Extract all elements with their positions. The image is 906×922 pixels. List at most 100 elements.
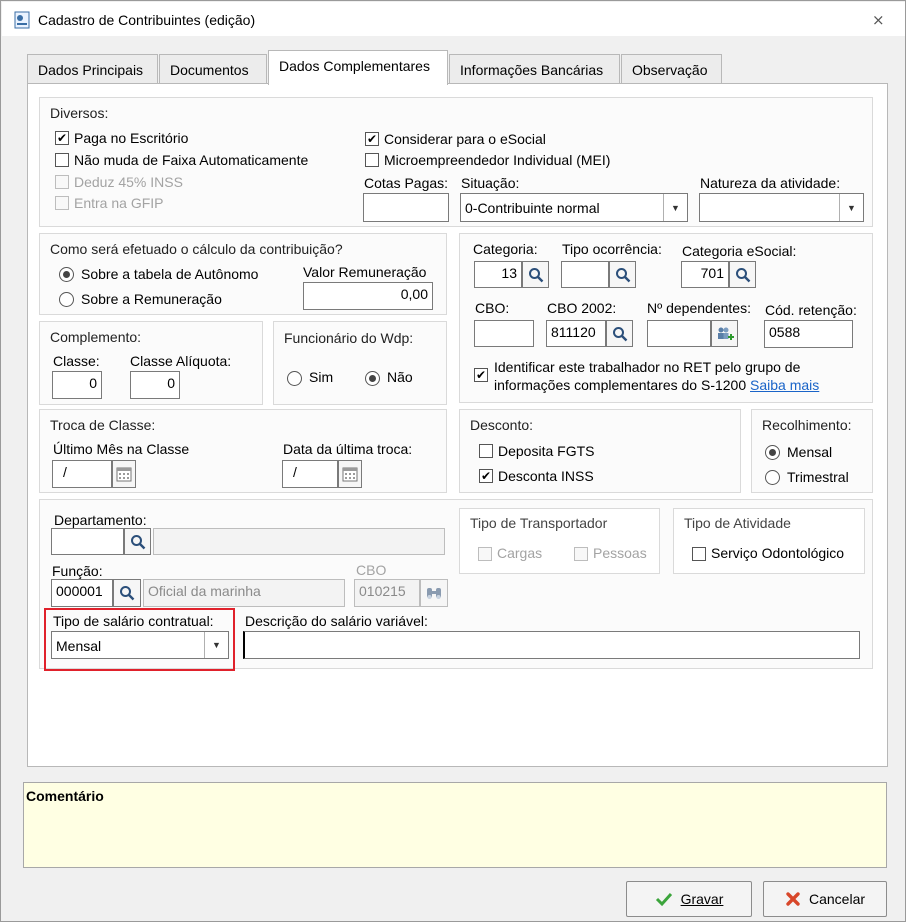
tab-observacao[interactable]: Observação (621, 54, 722, 84)
cat-esocial-search-button[interactable] (729, 261, 756, 288)
funcao-search-button[interactable] (113, 579, 141, 607)
tab-dados-complementares[interactable]: Dados Complementares (268, 50, 448, 85)
nao-muda-faixa-label: Não muda de Faixa Automaticamente (74, 152, 309, 168)
classe-aliquota-input[interactable]: 0 (130, 371, 180, 399)
tab-documentos[interactable]: Documentos (159, 54, 267, 84)
radio-trimestral[interactable] (765, 470, 780, 485)
app-icon (14, 11, 30, 29)
add-dependent-icon (717, 327, 734, 340)
classe-input[interactable]: 0 (52, 371, 102, 399)
deposita-fgts-checkbox[interactable] (479, 444, 493, 458)
ultimo-mes-calendar-button[interactable] (112, 460, 136, 488)
radio-mensal[interactable] (765, 445, 780, 460)
funcionario-nao-label: Não (387, 369, 413, 385)
retencao-label: Cód. retenção: (765, 302, 857, 318)
cargas-label: Cargas (497, 545, 543, 561)
diversos-title: Diversos: (50, 105, 109, 121)
deposita-fgts-label: Deposita FGTS (498, 443, 595, 459)
situacao-select[interactable]: 0-Contribuinte normal ▼ (460, 193, 688, 222)
tipo-salario-select[interactable]: Mensal ▼ (51, 631, 229, 659)
desconta-inss-checkbox[interactable]: ✔ (479, 469, 493, 483)
nao-muda-faixa-checkbox[interactable] (55, 153, 69, 167)
identificar-ret-line1: Identificar este trabalhador no RET pelo… (494, 359, 801, 375)
data-ultima-troca-calendar-button[interactable] (338, 460, 362, 488)
gravar-button[interactable]: Gravar (626, 881, 752, 917)
tab-informacoes-bancarias[interactable]: Informações Bancárias (449, 54, 620, 84)
identificar-ret-checkbox[interactable]: ✔ (474, 368, 488, 382)
search-icon (120, 586, 135, 601)
search-icon (528, 267, 543, 282)
troca-classe-title: Troca de Classe: (50, 417, 156, 433)
search-icon (612, 326, 627, 341)
classe-aliquota-label: Classe Alíquota: (130, 353, 232, 369)
dependentes-add-button[interactable] (711, 320, 738, 347)
entra-gfip-checkbox[interactable] (55, 196, 69, 210)
ultimo-mes-input[interactable]: / (52, 460, 112, 488)
paga-escritorio-label: Paga no Escritório (74, 130, 189, 146)
cbo-lookup-button[interactable] (420, 579, 448, 607)
categoria-search-button[interactable] (522, 261, 549, 288)
natureza-select[interactable]: ▼ (699, 193, 864, 222)
remuneracao-label: Sobre a Remuneração (81, 291, 222, 307)
departamento-search-button[interactable] (124, 528, 151, 555)
calculo-group: Como será efetuado o cálculo da contribu… (39, 233, 447, 315)
comentario-area[interactable]: Comentário (23, 782, 887, 868)
comentario-label: Comentário (26, 788, 104, 804)
chevron-down-icon[interactable]: ▼ (663, 194, 687, 221)
radio-funcionario-nao[interactable] (365, 371, 380, 386)
considerar-esocial-label: Considerar para o eSocial (384, 131, 546, 147)
cancelar-button[interactable]: Cancelar (763, 881, 887, 917)
cbo2002-input[interactable]: 811120 (546, 320, 606, 347)
valor-remuneracao-input[interactable]: 0,00 (303, 282, 433, 310)
considerar-esocial-checkbox[interactable]: ✔ (365, 132, 379, 146)
tipo-salario-value: Mensal (56, 638, 102, 654)
desc-salario-input[interactable] (243, 631, 860, 659)
cbo-input[interactable] (474, 320, 534, 347)
chevron-down-icon[interactable]: ▼ (839, 194, 863, 221)
calendar-icon (342, 467, 358, 482)
identificar-ret-text: Identificar este trabalhador no RET pelo… (494, 358, 819, 394)
funcionario-wdp-group: Funcionário do Wdp: Sim Não (273, 321, 447, 405)
dependentes-label: Nº dependentes: (647, 300, 751, 316)
close-icon[interactable]: ⨯ (872, 11, 885, 29)
categoria-input[interactable]: 13 (474, 261, 522, 288)
radio-tabela-autonomo[interactable] (59, 267, 74, 282)
funcao-code-input[interactable]: 000001 (51, 579, 113, 607)
saiba-mais-link[interactable]: Saiba mais (750, 377, 819, 393)
chevron-down-icon[interactable]: ▼ (204, 632, 228, 658)
data-ultima-troca-label: Data da última troca: (283, 441, 413, 457)
search-icon (130, 534, 145, 549)
cat-esocial-label: Categoria eSocial: (682, 243, 797, 259)
pessoas-label: Pessoas (593, 545, 647, 561)
cat-esocial-input[interactable]: 701 (681, 261, 729, 288)
tab-dados-principais[interactable]: Dados Principais (27, 54, 158, 84)
mei-checkbox[interactable] (365, 153, 379, 167)
recolhimento-trimestral-label: Trimestral (787, 469, 849, 485)
check-icon (655, 892, 672, 907)
situacao-label: Situação: (461, 175, 520, 191)
classe-label: Classe: (53, 353, 100, 369)
pessoas-checkbox[interactable] (574, 547, 588, 561)
cbo2002-label: CBO 2002: (547, 300, 617, 316)
tipo-ocorrencia-input[interactable] (561, 261, 609, 288)
radio-funcionario-sim[interactable] (287, 371, 302, 386)
transportador-group: Tipo de Transportador Cargas Pessoas (459, 508, 660, 574)
cbo2002-search-button[interactable] (606, 320, 633, 347)
radio-remuneracao[interactable] (59, 292, 74, 307)
servico-odontologico-checkbox[interactable] (692, 547, 706, 561)
funcionario-wdp-title: Funcionário do Wdp: (284, 330, 414, 346)
paga-escritorio-checkbox[interactable]: ✔ (55, 131, 69, 145)
cargas-checkbox[interactable] (478, 547, 492, 561)
calculo-title: Como será efetuado o cálculo da contribu… (50, 241, 343, 257)
cotas-pagas-label: Cotas Pagas: (364, 175, 449, 191)
data-ultima-troca-input[interactable]: / (282, 460, 338, 488)
departamento-code-input[interactable] (51, 528, 124, 555)
complemento-group: Complemento: Classe: 0 Classe Alíquota: … (39, 321, 263, 405)
natureza-label: Natureza da atividade: (700, 175, 841, 191)
deduz-inss-checkbox[interactable] (55, 175, 69, 189)
dependentes-input[interactable] (647, 320, 711, 347)
cotas-pagas-input[interactable] (363, 193, 449, 222)
binoculars-icon (427, 588, 441, 599)
retencao-input[interactable]: 0588 (764, 320, 853, 348)
tipo-ocorrencia-search-button[interactable] (609, 261, 636, 288)
